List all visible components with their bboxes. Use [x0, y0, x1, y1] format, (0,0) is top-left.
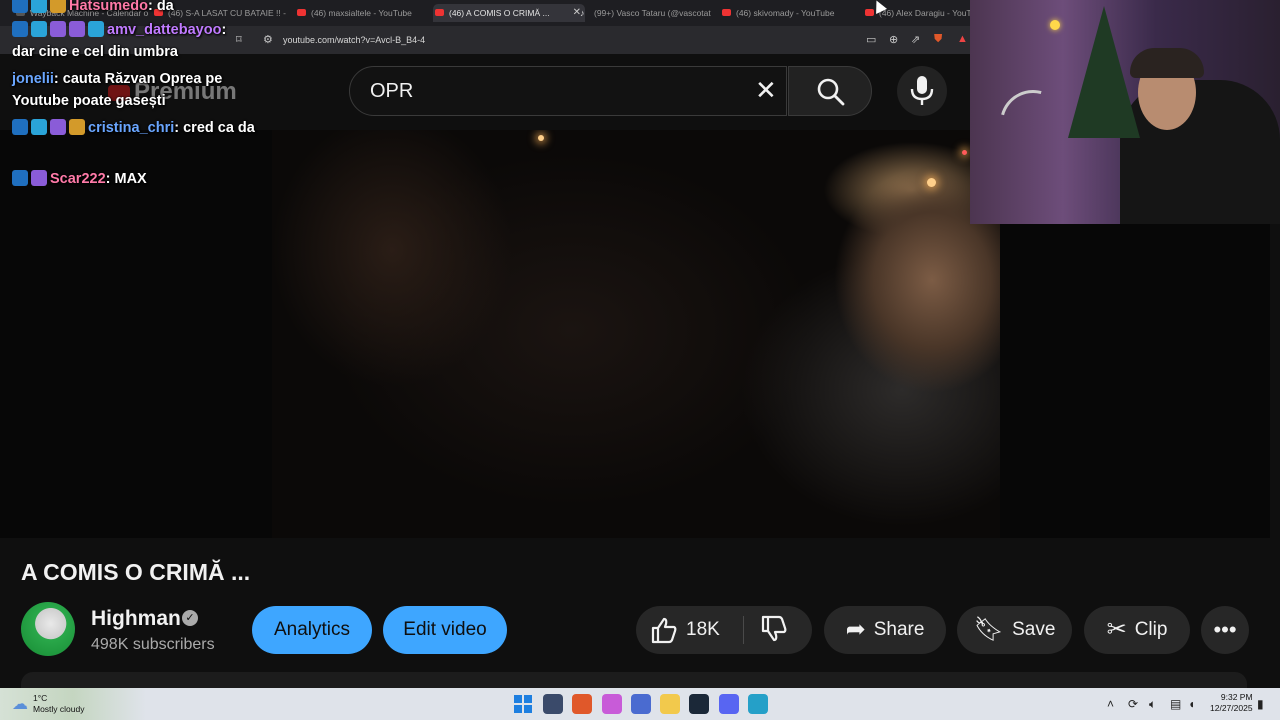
bot-badge-icon — [50, 21, 66, 37]
youtube-icon — [722, 9, 731, 16]
clip-button[interactable]: ✂ Clip — [1084, 606, 1190, 654]
cloud-icon: ☁ — [12, 696, 28, 713]
bookmark-icon: 🔖︎ — [973, 616, 1005, 643]
christmas-tree — [1068, 6, 1140, 138]
network-icon[interactable]: ▤ — [1170, 697, 1181, 711]
moderator-badge-icon — [12, 0, 28, 13]
like-divider — [743, 616, 744, 644]
gift-badge-icon — [50, 0, 66, 13]
close-icon[interactable]: ✕ — [755, 77, 777, 103]
moderator-badge-icon — [12, 21, 28, 37]
task-view-icon[interactable] — [543, 694, 563, 714]
site-info-icon[interactable]: ⚙ — [263, 33, 273, 46]
search-icon — [817, 78, 845, 106]
app-icon[interactable] — [748, 694, 768, 714]
thumbs-down-icon — [761, 615, 787, 642]
chat-message: amv_dattebayoo: dar cine e cel din umbra — [12, 21, 227, 60]
more-actions-button[interactable]: ••• — [1201, 606, 1249, 654]
like-button[interactable]: 18K — [650, 614, 720, 646]
light-spot — [962, 150, 967, 155]
app-icon[interactable] — [602, 694, 622, 714]
notification-icon[interactable]: ▮ — [1257, 697, 1264, 711]
moderator-badge-icon — [12, 119, 28, 135]
chat-message: jonelii: cauta Răzvan Oprea pe Youtube p… — [12, 71, 223, 109]
youtube-icon — [865, 9, 874, 16]
chat-message: cristina_chri: cred ca da — [12, 117, 282, 139]
edit-video-button[interactable]: Edit video — [383, 606, 507, 654]
search-input[interactable]: OPR — [370, 80, 413, 103]
weather-temp[interactable]: 1°C — [33, 693, 47, 703]
tiktok-icon: ♪ — [580, 8, 585, 18]
light-spot — [927, 178, 936, 187]
channel-name[interactable]: Highman — [91, 607, 181, 631]
video-frame[interactable] — [272, 130, 1000, 538]
steam-icon[interactable] — [689, 694, 709, 714]
rewards-icon[interactable]: ▲ — [957, 33, 968, 45]
moderator-badge-icon — [12, 170, 28, 186]
dislike-button[interactable] — [760, 615, 788, 648]
bits-badge-icon — [69, 119, 85, 135]
youtube-icon — [435, 9, 444, 16]
weather-condition[interactable]: Mostly cloudy — [33, 704, 85, 714]
brave-shield-icon[interactable]: ⛊ — [934, 33, 942, 46]
sync-icon[interactable]: ⟳ — [1128, 697, 1138, 711]
more-icon: ••• — [1213, 617, 1237, 642]
mic-icon — [910, 76, 934, 105]
bookmark-icon[interactable]: ⌑ — [236, 33, 242, 46]
voice-search-button[interactable] — [897, 66, 947, 116]
speaker-icon[interactable]: ◖ — [1188, 697, 1195, 711]
scissors-icon: ✂ — [1106, 616, 1127, 643]
bot-badge-icon — [50, 119, 66, 135]
zoom-icon[interactable]: ⊕ — [889, 33, 898, 46]
subscriber-badge-icon — [31, 119, 47, 135]
streamer-hair — [1130, 48, 1204, 78]
chat-message: Scar222: MAX — [12, 168, 147, 190]
gift-badge-icon — [69, 21, 85, 37]
windows-start-icon[interactable] — [513, 694, 533, 714]
tab-a-comis-o-crima[interactable]: (46) A COMIS O CRIMĂ ... ✕ — [433, 4, 585, 22]
volume-icon[interactable]: 🔈︎ — [1149, 697, 1156, 712]
chevron-up-icon[interactable]: ˄ — [1107, 697, 1114, 711]
thumbs-up-icon — [651, 617, 677, 644]
cast-icon[interactable]: ▭ — [866, 33, 876, 46]
share-icon: ➦ — [845, 616, 866, 643]
chat-message: Hatsumedo: da — [12, 0, 174, 17]
brave-browser-icon[interactable] — [572, 694, 592, 714]
tab-vasco-tataru[interactable]: ♪ (99+) Vasco Tataru (@vascotat — [578, 4, 724, 22]
tree-light — [1050, 20, 1060, 30]
subscriber-badge-icon — [31, 0, 47, 13]
share-button[interactable]: ➦ Share — [824, 606, 946, 654]
check-icon: ✓ — [182, 610, 198, 626]
discord-icon[interactable] — [719, 694, 739, 714]
bot-badge-icon — [31, 170, 47, 186]
prime-badge-icon — [88, 21, 104, 37]
app-icon[interactable] — [631, 694, 651, 714]
search-box[interactable] — [349, 66, 787, 116]
save-button[interactable]: 🔖︎ Save — [957, 606, 1072, 654]
analytics-button[interactable]: Analytics — [252, 606, 372, 654]
subscriber-badge-icon — [31, 21, 47, 37]
system-clock[interactable]: 9:32 PM 12/27/2025 — [1210, 692, 1253, 714]
file-explorer-icon[interactable] — [660, 694, 680, 714]
video-title: A COMIS O CRIMĂ ... — [21, 559, 251, 585]
channel-avatar[interactable] — [21, 602, 75, 656]
tab-maxsialtele[interactable]: (46) maxsialtele - YouTube — [295, 4, 441, 22]
subscriber-count: 498K subscribers — [91, 636, 215, 653]
share-page-icon[interactable]: ⇗ — [911, 33, 920, 46]
tab-skivomady[interactable]: (46) skivomady - YouTube — [720, 4, 866, 22]
mic-arm — [987, 77, 1079, 169]
search-button[interactable] — [788, 66, 872, 116]
url-field[interactable]: youtube.com/watch?v=Avcl-B_B4-4 — [283, 35, 425, 45]
light-spot — [538, 135, 544, 141]
youtube-icon — [297, 9, 306, 16]
